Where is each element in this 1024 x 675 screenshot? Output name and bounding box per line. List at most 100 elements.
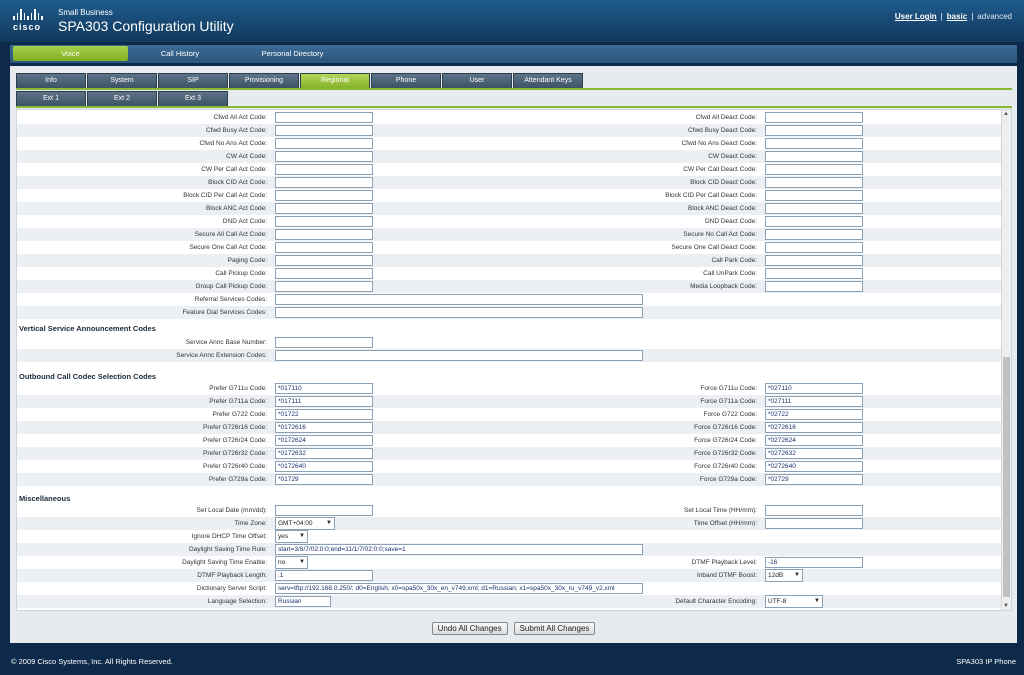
code-input[interactable] [765,177,863,188]
tab-phone[interactable]: Phone [371,73,441,89]
field-label: Cfwd Busy Act Code: [205,127,267,134]
dictionary-script-input[interactable]: serv=tftp://192.168.0.250/; d0=English; … [275,583,643,594]
field-label: Referral Services Codes: [194,296,267,303]
code-input[interactable] [765,203,863,214]
encoding-select[interactable]: UTF-8 ▼ [765,595,823,608]
force-codec-input[interactable]: *0272640 [765,461,863,472]
dtmf-length-input[interactable]: .1 [275,570,373,581]
language-input[interactable]: Russian [275,596,331,607]
prefer-codec-input[interactable]: *01729 [275,474,373,485]
advanced-link[interactable]: advanced [977,12,1012,21]
nav-personal-directory[interactable]: Personal Directory [235,45,350,63]
field-label: Paging Code: [227,257,267,264]
scrollbar-thumb[interactable] [1003,357,1010,597]
code-input[interactable] [275,242,373,253]
time-offset-input[interactable] [765,518,863,529]
annc-extension-codes-input[interactable] [275,350,643,361]
wide-code-input[interactable] [275,294,643,305]
subtab-divider [16,106,1012,108]
tab-regional[interactable]: Regional [300,73,370,89]
prefer-codec-input[interactable]: *0172616 [275,422,373,433]
settings-row: Prefer G729a Code: *01729 Force G729a Code… [17,473,1001,486]
prefer-codec-input[interactable]: *017111 [275,396,373,407]
code-input[interactable] [275,151,373,162]
code-input[interactable] [765,112,863,123]
annc-base-number-input[interactable] [275,337,373,348]
prefer-codec-input[interactable]: *0172632 [275,448,373,459]
vertical-scrollbar[interactable]: ▲ ▼ [1001,109,1012,611]
submit-all-changes-button[interactable]: Submit All Changes [513,622,596,635]
code-input[interactable] [765,242,863,253]
ignore-dhcp-select[interactable]: yes ▼ [275,530,308,543]
nav-call-history[interactable]: Call History [130,45,230,63]
time-zone-select[interactable]: GMT+04:00 ▼ [275,517,335,530]
settings-row: Daylight Saving Time Enable: no ▼ DTMF Play… [17,556,1001,569]
wide-code-input[interactable] [275,307,643,318]
force-codec-input[interactable]: *02729 [765,474,863,485]
code-input[interactable] [275,138,373,149]
code-input[interactable] [765,216,863,227]
field-label: DTMF Playback Level: [691,559,757,566]
tab-provisioning[interactable]: Provisioning [229,73,299,89]
tab-ext-1[interactable]: Ext 1 [16,91,86,107]
dst-enable-select[interactable]: no ▼ [275,556,308,569]
prefer-codec-input[interactable]: *0172624 [275,435,373,446]
undo-all-changes-button[interactable]: Undo All Changes [431,622,508,635]
tab-user[interactable]: User [442,73,512,89]
force-codec-input[interactable]: *0272624 [765,435,863,446]
code-input[interactable] [765,255,863,266]
arrow-down-icon[interactable]: ▼ [1003,603,1009,609]
tab-ext-3[interactable]: Ext 3 [158,91,228,107]
force-codec-input[interactable]: *0272632 [765,448,863,459]
code-input[interactable] [275,190,373,201]
code-input[interactable] [765,190,863,201]
code-input[interactable] [275,255,373,266]
tab-sip[interactable]: SIP [158,73,228,89]
arrow-up-icon[interactable]: ▲ [1003,111,1009,117]
user-login-link[interactable]: User Login [895,12,937,21]
field-label: Block ANC Act Code: [205,205,267,212]
tab-system[interactable]: System [87,73,157,89]
dtmf-level-input[interactable]: -16 [765,557,863,568]
settings-row: Language Selection: Russian Default Charac… [17,595,1001,608]
tab-attendant-keys[interactable]: Attendant Keys [513,73,583,89]
code-input[interactable] [275,125,373,136]
prefer-codec-input[interactable]: *017110 [275,383,373,394]
chevron-down-icon: ▼ [299,533,305,539]
brand-small: Small Business [58,8,113,17]
basic-link[interactable]: basic [947,12,967,21]
code-input[interactable] [765,125,863,136]
prefer-codec-input[interactable]: *01722 [275,409,373,420]
tab-ext-2[interactable]: Ext 2 [87,91,157,107]
force-codec-input[interactable]: *027110 [765,383,863,394]
field-label: Secure All Call Act Code: [194,231,267,238]
force-codec-input[interactable]: *027111 [765,396,863,407]
code-input[interactable] [765,281,863,292]
code-input[interactable] [765,164,863,175]
force-codec-input[interactable]: *0272616 [765,422,863,433]
nav-voice[interactable]: Voice [13,46,128,61]
code-input[interactable] [275,281,373,292]
field-label: Prefer G722 Code: [212,411,267,418]
code-input[interactable] [765,268,863,279]
tab-info[interactable]: Info [16,73,86,89]
code-input[interactable] [275,164,373,175]
settings-panel[interactable]: Cfwd All Act Code: Cfwd All Deact Code: Cf… [16,109,1002,611]
local-date-input[interactable] [275,505,373,516]
code-input[interactable] [275,229,373,240]
field-label: Default Character Encoding: [675,598,757,605]
prefer-codec-input[interactable]: *0172640 [275,461,373,472]
inband-boost-select[interactable]: 12dB ▼ [765,569,803,582]
code-input[interactable] [765,138,863,149]
code-input[interactable] [765,229,863,240]
field-label: Force G711a Code: [700,398,757,405]
code-input[interactable] [765,151,863,162]
code-input[interactable] [275,177,373,188]
code-input[interactable] [275,112,373,123]
dst-rule-input[interactable]: start=3/8/7/02:0:0;end=11/1/7/02:0:0;sav… [275,544,643,555]
code-input[interactable] [275,268,373,279]
local-time-input[interactable] [765,505,863,516]
force-codec-input[interactable]: *02722 [765,409,863,420]
code-input[interactable] [275,216,373,227]
code-input[interactable] [275,203,373,214]
